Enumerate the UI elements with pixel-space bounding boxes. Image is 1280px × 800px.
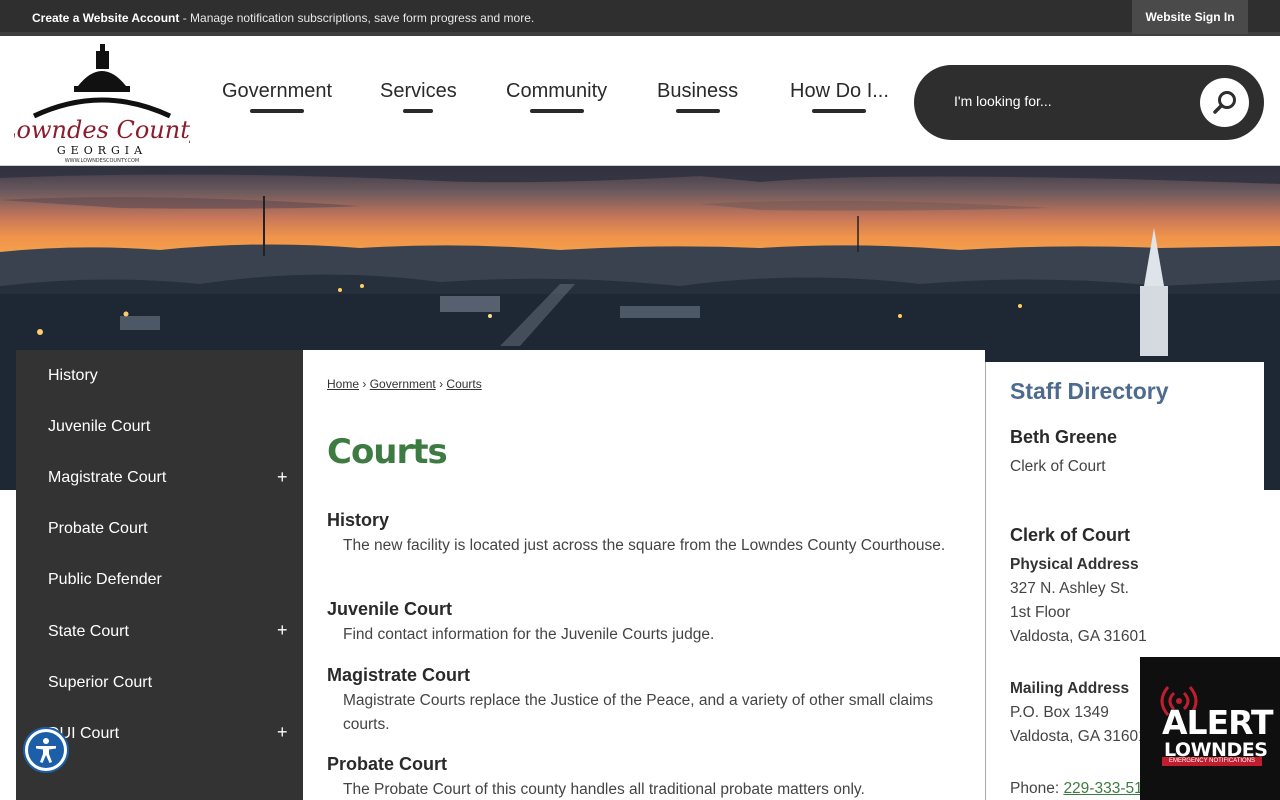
breadcrumb-government[interactable]: Government [370,377,436,391]
nav-underline [250,109,305,113]
nav-underline [812,109,867,113]
alert-lowndes-widget[interactable]: ALERT LOWNDES EMERGENCY NOTIFICATIONS [1140,657,1280,800]
accessibility-icon [28,732,64,768]
sidebar-item-magistrate-court[interactable]: Magistrate Court [48,469,166,487]
search-button[interactable] [1200,78,1249,127]
alert-band: EMERGENCY NOTIFICATIONS [1162,757,1262,766]
entry-desc-history: The new facility is located just across … [343,537,946,554]
breadcrumb: Home › Government › Courts [327,377,482,391]
website-sign-in-button[interactable]: Website Sign In [1132,0,1248,34]
nav-community[interactable]: Community [506,80,607,113]
breadcrumb-home[interactable]: Home [327,377,359,391]
mailing-address-line: P.O. Box 1349 [1010,704,1109,721]
entry-desc-juvenile-court: Find contact information for the Juvenil… [343,626,715,643]
entry-title-probate-court[interactable]: Probate Court [327,754,447,775]
sidebar-item-state-court[interactable]: State Court [48,623,129,641]
logo-state: GEORGIA [57,144,147,157]
nav-underline [675,109,720,113]
sidebar-item-juvenile-court[interactable]: Juvenile Court [48,418,150,436]
phone-row: Phone: 229-333-5127 [1010,780,1160,798]
clerk-title: Clerk of Court [1010,525,1131,545]
page-title: Courts [327,432,448,472]
search-bar [914,65,1264,140]
breadcrumb-courts[interactable]: Courts [446,377,481,391]
expand-magistrate-court-button[interactable]: + [277,467,288,488]
sidebar-item-superior-court[interactable]: Superior Court [48,674,152,692]
create-account-link[interactable]: Create a Website Account [32,11,179,25]
nav-government[interactable]: Government [222,80,332,113]
physical-address-line: 1st Floor [1010,604,1071,621]
phone-label: Phone: [1010,780,1064,797]
create-account-banner[interactable]: Create a Website Account - Manage notifi… [32,11,534,25]
main-content: Home › Government › Courts Courts Histor… [303,350,985,800]
sidebar-item-history[interactable]: History [48,367,98,385]
breadcrumb-separator: › [439,377,444,391]
entry-desc-probate-court: The Probate Court of this county handles… [343,781,865,798]
staff-directory-title[interactable]: Staff Directory [1010,378,1168,405]
entry-desc-magistrate-court: Magistrate Courts replace the Justice of… [343,692,934,733]
staff-role: Clerk of Court [1010,458,1106,475]
search-input[interactable] [954,93,1184,109]
logo-name: Lowndes County [14,116,190,144]
physical-address-label: Physical Address [1010,556,1139,573]
physical-address-line: Valdosta, GA 31601 [1010,628,1147,645]
alert-title: ALERT [1162,703,1274,742]
top-bar: Create a Website Account - Manage notifi… [0,0,1280,36]
search-icon [1212,90,1236,114]
logo-url: WWW.LOWNDESCOUNTY.COM [65,158,140,164]
mailing-address-line: Valdosta, GA 31601 [1010,728,1147,745]
nav-underline [403,109,434,113]
accessibility-button[interactable] [23,727,69,773]
create-account-description: - Manage notification subscriptions, sav… [179,11,535,25]
site-header: Lowndes County GEORGIA WWW.LOWNDESCOUNTY… [0,40,1280,166]
lowndes-county-logo[interactable]: Lowndes County GEORGIA WWW.LOWNDESCOUNTY… [14,44,190,166]
expand-state-court-button[interactable]: + [277,620,288,641]
nav-how-do-i[interactable]: How Do I... [790,80,889,113]
entry-title-magistrate-court[interactable]: Magistrate Court [327,665,470,686]
nav-business[interactable]: Business [657,80,738,113]
nav-underline [529,109,584,113]
mailing-address-label: Mailing Address [1010,680,1130,697]
entry-title-history[interactable]: History [327,510,389,531]
entry-title-juvenile-court[interactable]: Juvenile Court [327,599,452,620]
sidebar-item-public-defender[interactable]: Public Defender [48,571,162,589]
staff-name: Beth Greene [1010,427,1118,447]
nav-services[interactable]: Services [380,80,457,113]
expand-dui-court-button[interactable]: + [277,722,288,743]
physical-address-line: 327 N. Ashley St. [1010,580,1129,597]
breadcrumb-separator: › [362,377,367,391]
sidebar-item-probate-court[interactable]: Probate Court [48,520,148,538]
